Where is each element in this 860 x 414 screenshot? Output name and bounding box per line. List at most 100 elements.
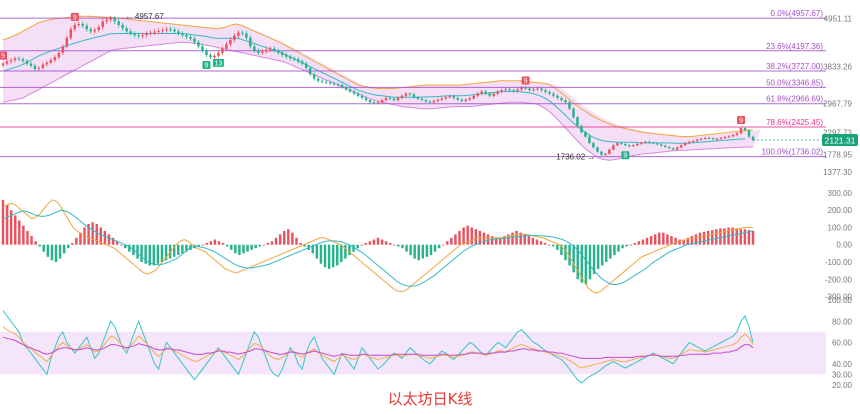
macd-histogram-bar bbox=[535, 239, 539, 245]
macd-histogram-bar bbox=[458, 230, 461, 245]
td-marker-label: 9 bbox=[739, 118, 743, 125]
candle-body bbox=[552, 93, 555, 96]
macd-histogram-bar bbox=[136, 244, 139, 259]
candle-body bbox=[440, 98, 444, 100]
rsi-y-tick: 30.00 bbox=[832, 370, 853, 379]
fib-label: 23.6%(4197.36) bbox=[766, 42, 823, 51]
macd-histogram-bar bbox=[556, 244, 559, 250]
macd-histogram-bar bbox=[274, 237, 278, 245]
macd-histogram-bar bbox=[340, 244, 343, 262]
candle-body bbox=[564, 100, 567, 103]
candle-body bbox=[141, 35, 144, 37]
price-y-tick: 4951.11 bbox=[824, 14, 853, 23]
rsi-y-tick: 100.00 bbox=[828, 296, 853, 305]
candle-body bbox=[404, 93, 408, 96]
candle-body bbox=[177, 31, 180, 34]
candle-body bbox=[703, 137, 707, 139]
fib-label: 61.8%(2966.69) bbox=[766, 95, 823, 104]
macd-histogram-bar bbox=[633, 243, 637, 245]
candle-body bbox=[41, 64, 45, 68]
rsi-panel: 100.0080.0060.0040.0030.0020.00 bbox=[0, 296, 853, 390]
candle-body bbox=[265, 49, 268, 52]
candle-body bbox=[53, 57, 57, 61]
candle-body bbox=[277, 50, 280, 53]
candle-body bbox=[500, 90, 503, 92]
candle-body bbox=[249, 37, 252, 47]
candle-body bbox=[568, 102, 571, 109]
macd-histogram-bar bbox=[605, 244, 608, 262]
candle-body bbox=[560, 97, 563, 101]
macd-histogram-bar bbox=[678, 239, 681, 245]
td-marker-label: 9 bbox=[524, 78, 528, 85]
candle-body bbox=[1, 63, 5, 66]
candle-body bbox=[320, 80, 324, 82]
rsi-zone-band bbox=[0, 331, 826, 375]
macd-histogram-bar bbox=[372, 239, 376, 245]
macd-histogram-bar bbox=[743, 229, 747, 245]
macd-histogram-bar bbox=[417, 244, 420, 261]
macd-histogram-bar bbox=[266, 243, 270, 245]
candle-body bbox=[5, 61, 9, 64]
candle-body bbox=[17, 58, 21, 60]
candle-body bbox=[739, 128, 743, 134]
candle-body bbox=[671, 148, 675, 150]
candle-body bbox=[165, 29, 168, 31]
candle-body bbox=[667, 146, 671, 149]
macd-histogram-bar bbox=[278, 234, 282, 245]
candle-body bbox=[221, 48, 224, 53]
macd-histogram-bar bbox=[250, 244, 253, 250]
candle-body bbox=[480, 91, 483, 94]
candle-body bbox=[288, 56, 292, 59]
candle-body bbox=[520, 87, 523, 90]
candle-body bbox=[364, 97, 368, 101]
macd-histogram-bar bbox=[315, 244, 319, 259]
macd-histogram-bar bbox=[62, 244, 66, 254]
macd-histogram-bar bbox=[66, 244, 70, 249]
candle-body bbox=[428, 101, 432, 103]
macd-histogram-bar bbox=[600, 244, 604, 266]
candle-body bbox=[624, 143, 627, 146]
candle-body bbox=[368, 100, 372, 103]
td-marker-label: 9 bbox=[205, 62, 209, 69]
candle-body bbox=[464, 99, 468, 101]
macd-histogram-bar bbox=[450, 237, 453, 245]
candle-body bbox=[137, 35, 140, 37]
macd-histogram-bar bbox=[739, 229, 742, 245]
candle-body bbox=[45, 62, 49, 65]
macd-histogram-bar bbox=[670, 236, 673, 245]
macd-histogram-bar bbox=[160, 244, 164, 262]
macd-histogram-bar bbox=[368, 241, 372, 245]
candle-body bbox=[488, 93, 491, 96]
candle-body bbox=[9, 60, 13, 62]
macd-histogram-bar bbox=[156, 244, 160, 264]
candle-body bbox=[201, 46, 204, 51]
candle-body bbox=[735, 133, 739, 135]
macd-histogram-bar bbox=[58, 244, 62, 259]
candle-body bbox=[125, 28, 128, 32]
macd-histogram-bar bbox=[230, 244, 233, 250]
macd-histogram-bar bbox=[621, 244, 624, 249]
macd-histogram-bar bbox=[527, 236, 531, 245]
macd-histogram-bar bbox=[454, 234, 457, 245]
candle-body bbox=[388, 97, 392, 99]
macd-histogram-bar bbox=[50, 244, 54, 261]
candle-body bbox=[348, 89, 352, 92]
candle-body bbox=[281, 52, 284, 55]
macd-histogram-bar bbox=[384, 241, 388, 245]
rsi-y-tick: 40.00 bbox=[832, 360, 853, 369]
candle-body bbox=[392, 98, 396, 101]
macd-histogram-bar bbox=[217, 241, 221, 245]
macd-histogram-bar bbox=[470, 227, 473, 245]
macd-histogram-bar bbox=[474, 229, 478, 245]
candle-body bbox=[157, 30, 160, 32]
macd-histogram-bar bbox=[287, 229, 290, 245]
macd-histogram-bar bbox=[238, 244, 241, 256]
candle-body bbox=[731, 134, 735, 137]
candle-body bbox=[384, 97, 388, 101]
macd-histogram-bar bbox=[572, 244, 575, 273]
macd-histogram-bar bbox=[283, 230, 286, 245]
macd-histogram-bar bbox=[140, 244, 143, 262]
candle-body bbox=[648, 141, 651, 143]
chart-root: 0.0%(4957.67) 23.6%(4197.36) 38.2%(3727.00… bbox=[0, 9, 858, 390]
macd-histogram-bar bbox=[584, 244, 588, 285]
